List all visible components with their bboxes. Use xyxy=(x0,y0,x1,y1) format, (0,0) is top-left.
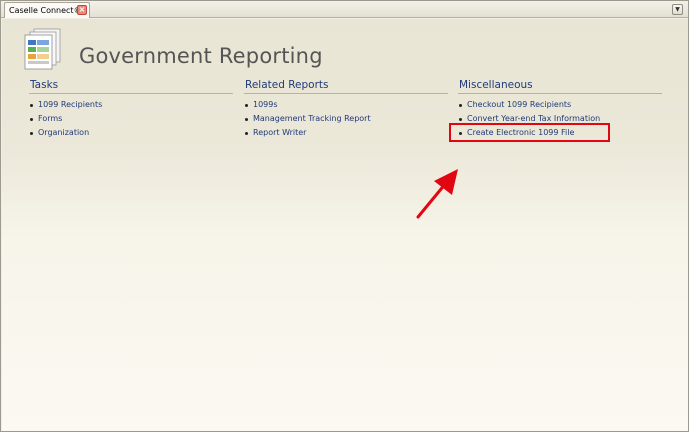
annotation-arrow-icon xyxy=(416,169,458,219)
link-report-writer[interactable]: Report Writer xyxy=(253,128,306,137)
section-title-related-reports: Related Reports xyxy=(244,79,448,94)
section-title-miscellaneous: Miscellaneous xyxy=(458,79,662,94)
tab-caselle-connect[interactable]: Caselle Connect® × xyxy=(4,2,90,18)
link-convert-year-end-tax-information[interactable]: Convert Year-end Tax Information xyxy=(467,114,600,123)
link-checkout-1099-recipients[interactable]: Checkout 1099 Recipients xyxy=(467,100,571,109)
section-related-reports: Related Reports 1099s Management Trackin… xyxy=(244,79,448,140)
list-item: Checkout 1099 Recipients xyxy=(458,98,662,112)
annotation-highlight-box xyxy=(449,123,610,142)
link-1099s[interactable]: 1099s xyxy=(253,100,278,109)
tab-label: Caselle Connect® xyxy=(9,6,82,15)
list-item: 1099s xyxy=(244,98,448,112)
tab-bar: Caselle Connect® × ▼ xyxy=(1,1,688,18)
report-documents-icon xyxy=(24,28,61,70)
list-item: Organization xyxy=(29,126,233,140)
related-reports-list: 1099s Management Tracking Report Report … xyxy=(244,98,448,140)
link-forms[interactable]: Forms xyxy=(38,114,62,123)
list-item: Forms xyxy=(29,112,233,126)
page-title: Government Reporting xyxy=(79,44,323,68)
tasks-list: 1099 Recipients Forms Organization xyxy=(29,98,233,140)
app-window: Caselle Connect® × ▼ Government Reportin… xyxy=(0,0,689,432)
close-icon[interactable]: × xyxy=(77,5,87,15)
section-tasks: Tasks 1099 Recipients Forms Organization xyxy=(29,79,233,140)
main-content: Government Reporting Tasks 1099 Recipien… xyxy=(2,19,688,431)
list-item: Management Tracking Report xyxy=(244,112,448,126)
section-title-tasks: Tasks xyxy=(29,79,233,94)
list-item: 1099 Recipients xyxy=(29,98,233,112)
link-organization[interactable]: Organization xyxy=(38,128,89,137)
chevron-down-icon[interactable]: ▼ xyxy=(672,4,683,15)
link-management-tracking-report[interactable]: Management Tracking Report xyxy=(253,114,371,123)
link-1099-recipients[interactable]: 1099 Recipients xyxy=(38,100,102,109)
list-item: Report Writer xyxy=(244,126,448,140)
